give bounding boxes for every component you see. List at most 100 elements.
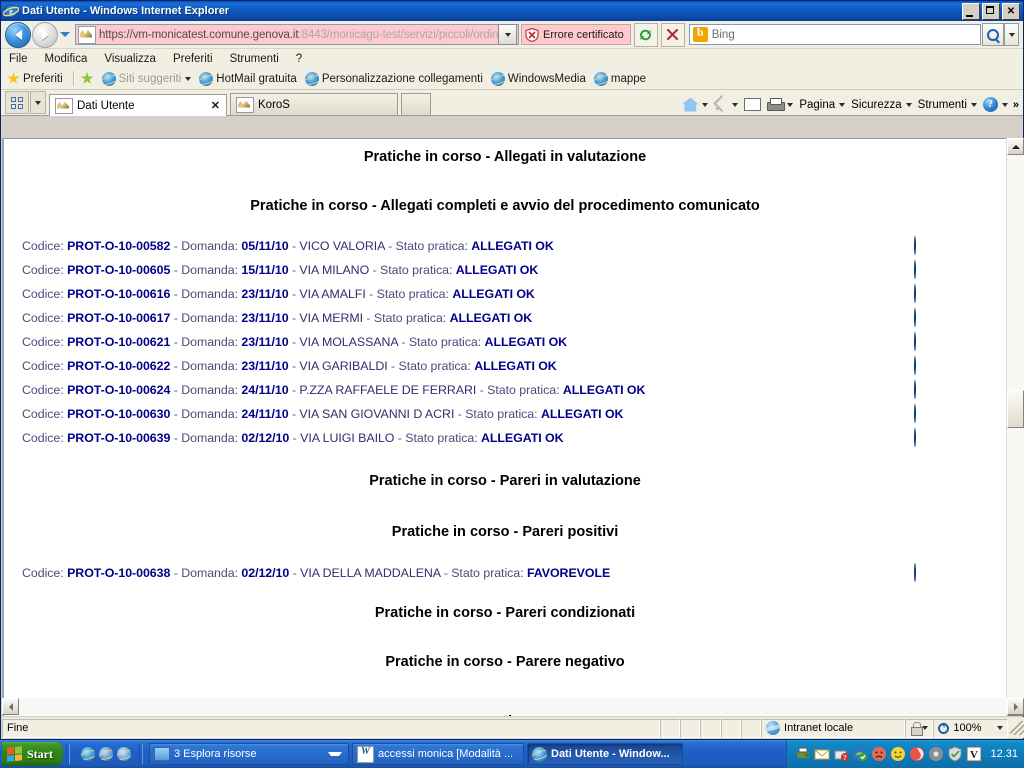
scroll-up-button[interactable]: [1007, 138, 1024, 155]
search-input[interactable]: Bing: [688, 24, 981, 45]
table-row[interactable]: Codice: PROT-O-10-00630 - Domanda: 24/11…: [4, 402, 1006, 426]
tools-menu-button[interactable]: Strumenti: [915, 98, 980, 112]
tray-spiral-icon[interactable]: [909, 746, 925, 762]
tab-dati-utente[interactable]: Dati Utente ✕: [49, 94, 227, 116]
windows-flag-icon: [7, 746, 22, 762]
row-stato-label: Stato pratica:: [487, 383, 560, 397]
search-provider-dropdown[interactable]: [1004, 23, 1019, 46]
row-info-button[interactable]: [914, 332, 936, 351]
row-info-button[interactable]: [914, 380, 936, 399]
tray-sad-face-icon[interactable]: [871, 746, 887, 762]
fav-item-siti-suggeriti[interactable]: Siti suggeriti: [101, 71, 192, 86]
fav-add-button[interactable]: [80, 72, 94, 85]
system-clock[interactable]: 12.31: [990, 748, 1018, 760]
zoom-level-cell[interactable]: 100%: [933, 718, 1008, 738]
row-info-button[interactable]: [914, 308, 936, 327]
row-info-button[interactable]: [914, 356, 936, 375]
row-text: Codice: PROT-O-10-00630 - Domanda: 24/11…: [22, 407, 624, 421]
row-info-button[interactable]: [914, 563, 936, 582]
tray-disc-icon[interactable]: [928, 746, 944, 762]
row-info-button[interactable]: [914, 404, 936, 423]
row-codice-label: Codice:: [22, 359, 64, 373]
tray-mail-icon[interactable]: [814, 746, 830, 762]
refresh-button[interactable]: [633, 22, 658, 47]
minimize-button[interactable]: [962, 2, 980, 20]
quick-tabs-button[interactable]: [5, 91, 29, 114]
table-row[interactable]: Codice: PROT-O-10-00605 - Domanda: 15/11…: [4, 258, 1006, 282]
quick-launch-icon-3[interactable]: [117, 747, 131, 761]
certificate-error-badge[interactable]: Errore certificato: [521, 24, 631, 45]
row-info-button[interactable]: [914, 428, 936, 447]
row-codice: PROT-O-10-00639: [67, 431, 171, 445]
address-dropdown-button[interactable]: [498, 24, 517, 45]
favorites-button[interactable]: Preferiti: [7, 72, 63, 85]
page-horizontal-scrollbar[interactable]: [2, 698, 1024, 715]
mail-button[interactable]: [741, 97, 764, 112]
security-menu-button[interactable]: Sicurezza: [848, 98, 915, 112]
scrollbar-track-horizontal[interactable]: [19, 698, 1007, 715]
new-tab-button[interactable]: [401, 93, 431, 115]
tray-help-icon[interactable]: ?: [833, 746, 850, 762]
resize-grip[interactable]: [1010, 721, 1024, 735]
menu-strumenti[interactable]: Strumenti: [230, 52, 288, 66]
table-row[interactable]: Codice: PROT-O-10-00616 - Domanda: 23/11…: [4, 282, 1006, 306]
home-button[interactable]: [679, 97, 711, 113]
tray-vlc-icon[interactable]: V: [966, 746, 982, 762]
command-bar-overflow[interactable]: »: [1013, 99, 1019, 111]
scroll-right-button[interactable]: [1007, 698, 1024, 715]
forward-button[interactable]: [32, 21, 58, 48]
fav-item-windowsmedia[interactable]: WindowsMedia: [490, 71, 586, 86]
table-row[interactable]: Codice: PROT-O-10-00582 - Domanda: 05/11…: [4, 234, 1006, 258]
fav-label: HotMail gratuita: [216, 72, 297, 85]
fav-item-hotmail[interactable]: HotMail gratuita: [199, 71, 297, 86]
tray-shield-icon[interactable]: [947, 746, 963, 762]
page-menu-button[interactable]: Pagina: [796, 98, 848, 112]
fav-item-mappe[interactable]: mappe: [593, 71, 646, 86]
quick-launch-ie-icon[interactable]: [81, 747, 95, 761]
taskbar-button-esplora-risorse[interactable]: 3 Esplora risorse: [149, 743, 349, 765]
taskbar-button-dati-utente[interactable]: Dati Utente - Window...: [527, 743, 683, 765]
print-button[interactable]: [764, 97, 796, 112]
menu-file[interactable]: File: [9, 52, 37, 66]
stop-button[interactable]: [660, 22, 685, 47]
taskbar-button-accessi-monica[interactable]: accessi monica [Modalità ...: [352, 743, 524, 765]
row-info-button[interactable]: [914, 236, 936, 255]
document-body: Pratiche in corso - Allegati in valutazi…: [2, 138, 1006, 716]
help-menu-button[interactable]: ?: [980, 96, 1011, 113]
scroll-left-button[interactable]: [2, 698, 19, 715]
menu-preferiti[interactable]: Preferiti: [173, 52, 222, 66]
maximize-button[interactable]: [982, 2, 1000, 20]
recent-pages-dropdown[interactable]: [58, 23, 72, 47]
search-button[interactable]: [982, 23, 1004, 46]
table-row[interactable]: Codice: PROT-O-10-00617 - Domanda: 23/11…: [4, 306, 1006, 330]
menu-help[interactable]: ?: [296, 52, 311, 66]
tray-update-icon[interactable]: [852, 746, 868, 762]
start-button[interactable]: Start: [2, 742, 63, 766]
page-vertical-scrollbar[interactable]: [1006, 138, 1024, 716]
scrollbar-thumb[interactable]: [1007, 390, 1024, 428]
tray-smiley-icon[interactable]: [890, 746, 906, 762]
status-pane-4: [720, 718, 741, 738]
chevron-down-icon: [787, 102, 794, 107]
tab-list-button[interactable]: [30, 91, 46, 114]
menu-modifica[interactable]: Modifica: [45, 52, 97, 66]
table-row[interactable]: Codice: PROT-O-10-00639 - Domanda: 02/12…: [4, 426, 1006, 450]
tray-printer-icon[interactable]: [795, 746, 811, 762]
fav-item-personalizzazione[interactable]: Personalizzazione collegamenti: [304, 71, 483, 86]
row-info-button[interactable]: [914, 284, 936, 303]
feeds-button[interactable]: [711, 97, 741, 113]
protected-mode-cell[interactable]: [905, 718, 934, 738]
tab-close-icon[interactable]: ✕: [211, 99, 220, 112]
table-row[interactable]: Codice: PROT-O-10-00624 - Domanda: 24/11…: [4, 378, 1006, 402]
table-row[interactable]: Codice: PROT-O-10-00621 - Domanda: 23/11…: [4, 330, 1006, 354]
table-row[interactable]: Codice: PROT-O-10-00622 - Domanda: 23/11…: [4, 354, 1006, 378]
tab-koros[interactable]: KoroS: [230, 93, 398, 115]
menu-visualizza[interactable]: Visualizza: [104, 52, 165, 66]
row-info-button[interactable]: [914, 260, 936, 279]
back-button[interactable]: [5, 21, 31, 48]
security-zone-cell[interactable]: Intranet locale: [761, 718, 906, 738]
quick-launch-icon-2[interactable]: [99, 747, 113, 761]
close-button[interactable]: ✕: [1002, 2, 1020, 20]
address-bar[interactable]: https://vm-monicatest.comune.genova.it:8…: [75, 24, 519, 45]
table-row[interactable]: Codice: PROT-O-10-00638 - Domanda: 02/12…: [4, 561, 1006, 585]
